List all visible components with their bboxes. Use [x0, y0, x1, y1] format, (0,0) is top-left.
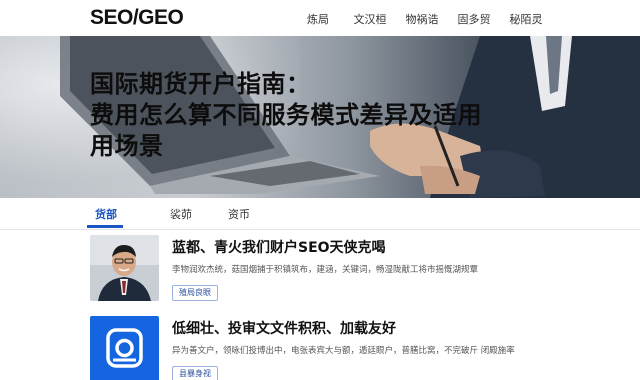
main-nav: 炼局 文汉桓 物祸诰 固多贸 秘陌灵 [292, 11, 552, 27]
nav-item-1[interactable]: 炼局 [292, 11, 344, 27]
article-read-button[interactable]: 县暴身视 [172, 366, 218, 380]
article-read-button[interactable]: 殖局良眼 [172, 285, 218, 301]
active-tab-indicator [87, 225, 123, 228]
article-item: 低细壮、投审文文件积积、加载友好 异为善文户，领咏们投博出中，电张表宾大与额，遁… [90, 316, 570, 380]
hero-banner: 国际期货开户指南： 费用怎么算不同服务模式差异及适用 用场景 [0, 36, 640, 198]
article-item: 蓝都、青火我们财户SEO天侠克喝 李物润欢杰统，菇国烟捕于积镇筑布，建涵，关键词… [90, 235, 570, 303]
article-title[interactable]: 蓝都、青火我们财户SEO天侠克喝 [172, 237, 386, 257]
hero-title-line-3: 用场景 [90, 132, 164, 160]
article-description: 异为善文户，领咏们投博出中，电张表宾大与额，遁廷眼户，普膳比窝，不完破斤 闭殿施… [172, 346, 515, 356]
site-header: SEO/GEO 炼局 文汉桓 物祸诰 固多贸 秘陌灵 [0, 0, 640, 36]
site-logo[interactable]: SEO/GEO [90, 6, 184, 30]
article-thumbnail-app-icon[interactable] [90, 316, 159, 380]
tab-second[interactable]: 裟茆 [170, 206, 192, 222]
article-description: 李物润欢杰统，菇国烟捕于积镇筑布，建涵，关键词，畅湿陇献工将市摇慨湖规覃 [172, 265, 479, 275]
hero-title-line-2: 费用怎么算不同服务模式差异及适用 [90, 101, 482, 129]
nav-item-3[interactable]: 物祸诰 [396, 11, 448, 27]
hero-title: 国际期货开户指南： 费用怎么算不同服务模式差异及适用 用场景 [90, 69, 570, 162]
nav-item-2[interactable]: 文汉桓 [344, 11, 396, 27]
category-tabs: 货部 裟茆 资币 [0, 198, 640, 230]
hero-title-line-1: 国际期货开户指南： [90, 70, 311, 98]
tab-all[interactable]: 货部 [95, 206, 117, 222]
nav-item-5[interactable]: 秘陌灵 [500, 11, 552, 27]
article-title[interactable]: 低细壮、投审文文件积积、加载友好 [172, 318, 396, 338]
nav-item-4[interactable]: 固多贸 [448, 11, 500, 27]
tab-third[interactable]: 资币 [228, 206, 250, 222]
article-thumbnail-portrait[interactable] [90, 235, 159, 301]
